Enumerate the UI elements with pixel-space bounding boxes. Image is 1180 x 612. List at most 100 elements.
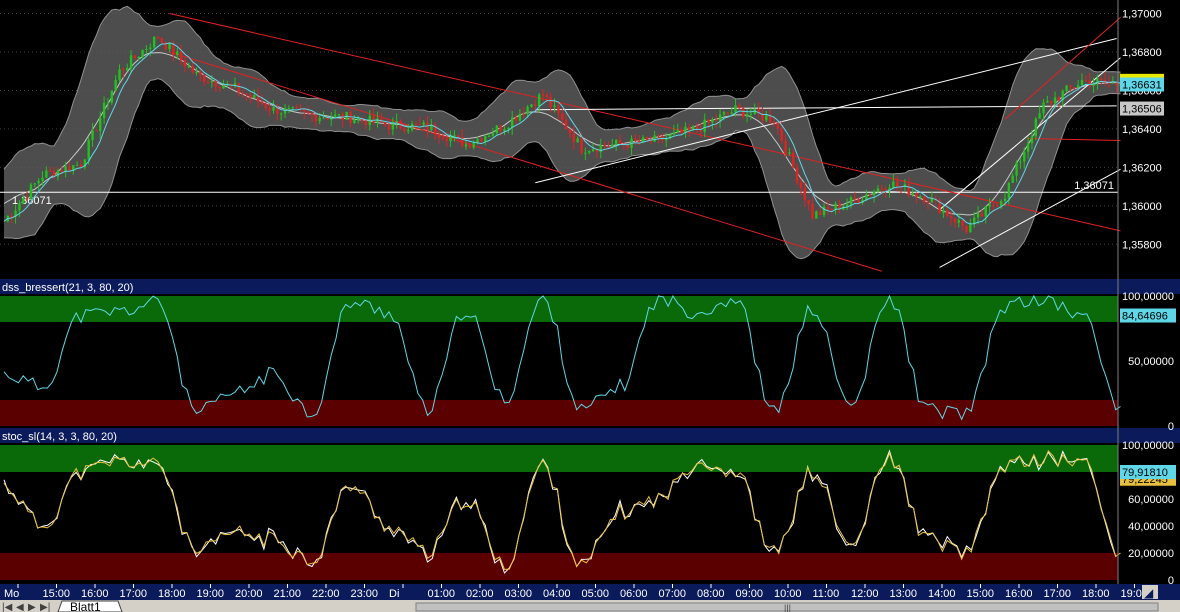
- price-tick-label: 1,37000: [1122, 9, 1162, 21]
- candle-body: [919, 196, 921, 197]
- scrollbar-grip-icon: |||: [784, 603, 791, 612]
- candle-body: [496, 126, 498, 134]
- candle-body: [238, 83, 240, 92]
- candle-body: [542, 94, 544, 95]
- time-label: 11:00: [813, 588, 840, 600]
- candle-body: [465, 144, 467, 146]
- candle-body: [138, 57, 140, 58]
- candle-body: [1042, 102, 1044, 113]
- candle-body: [303, 110, 305, 112]
- candle-body: [249, 95, 251, 98]
- price-tick-label: 1,35800: [1122, 239, 1162, 251]
- candle-body: [311, 113, 313, 115]
- candle-body: [1100, 79, 1102, 80]
- time-label: Mo: [4, 588, 19, 600]
- sheet-tab-label: Blatt1: [70, 600, 101, 612]
- time-label: 02:00: [466, 588, 494, 600]
- candle-body: [469, 144, 471, 147]
- candle-body: [191, 66, 193, 72]
- time-label: 03:00: [505, 588, 533, 600]
- dss-tick-label: 0: [1168, 421, 1174, 433]
- time-label: 08:00: [697, 588, 725, 600]
- first-sheet-icon[interactable]: |◀: [2, 602, 13, 612]
- candle-body: [819, 211, 821, 215]
- candle-body: [411, 124, 413, 130]
- candle-body: [742, 108, 744, 117]
- candle-body: [796, 167, 798, 182]
- last-sheet-icon[interactable]: ▶|: [40, 602, 50, 612]
- stoc-panel-header: [0, 428, 1180, 443]
- candle-body: [457, 135, 459, 137]
- candle-body: [388, 125, 390, 130]
- candle-body: [530, 105, 532, 107]
- candle-body: [565, 120, 567, 130]
- candle-body: [1019, 162, 1021, 163]
- candle-body: [126, 68, 128, 70]
- candle-body: [827, 207, 829, 209]
- price-tick-label: 1,36000: [1122, 201, 1162, 213]
- candle-body: [1012, 176, 1014, 183]
- candle-body: [792, 152, 794, 167]
- candle-body: [777, 123, 779, 129]
- candle-body: [199, 72, 201, 75]
- candle-body: [584, 153, 586, 154]
- candle-body: [804, 188, 806, 200]
- candle-body: [315, 115, 317, 121]
- candle-body: [37, 181, 39, 184]
- candle-body: [49, 171, 51, 172]
- candle-body: [114, 80, 116, 91]
- candle-body: [272, 107, 274, 111]
- time-label: 10:00: [774, 588, 802, 600]
- time-label: 22:00: [312, 588, 340, 600]
- candle-body: [30, 185, 32, 199]
- candle-body: [353, 120, 355, 123]
- candle-body: [153, 37, 155, 48]
- candle-body: [673, 133, 675, 135]
- candle-body: [515, 117, 517, 120]
- candle-body: [734, 105, 736, 112]
- stoc-tick-label: 40,00000: [1128, 521, 1174, 533]
- candle-body: [908, 184, 910, 195]
- candle-body: [704, 120, 706, 132]
- next-sheet-icon[interactable]: ▶: [28, 602, 36, 612]
- candle-body: [222, 86, 224, 89]
- candle-body: [11, 216, 13, 217]
- candle-body: [680, 130, 682, 133]
- stoc-upper-zone: [0, 445, 1118, 472]
- candle-body: [653, 135, 655, 141]
- candle-body: [107, 103, 109, 104]
- candle-body: [145, 49, 147, 50]
- prev-sheet-icon[interactable]: ◀: [16, 602, 24, 612]
- candle-body: [422, 123, 424, 125]
- time-label: Di: [389, 588, 399, 600]
- candle-body: [280, 113, 282, 114]
- candle-body: [727, 112, 729, 113]
- candle-body: [534, 105, 536, 107]
- time-label: 21:00: [274, 588, 302, 600]
- candle-body: [161, 38, 163, 42]
- candle-body: [911, 193, 913, 195]
- candle-body: [881, 188, 883, 189]
- time-label: 15:00: [967, 588, 995, 600]
- candle-body: [977, 213, 979, 217]
- candle-body: [215, 81, 217, 87]
- candle-body: [284, 108, 286, 113]
- time-label: 20:00: [235, 588, 263, 600]
- candle-body: [203, 75, 205, 82]
- candle-body: [550, 97, 552, 107]
- dss-tick-label: 100,00000: [1122, 291, 1174, 303]
- candle-body: [176, 51, 178, 55]
- candle-body: [931, 199, 933, 203]
- candle-body: [746, 114, 748, 117]
- time-label: 18:00: [1082, 588, 1110, 600]
- candle-body: [449, 137, 451, 141]
- candle-body: [68, 166, 70, 171]
- candle-body: [1050, 101, 1052, 103]
- candle-body: [507, 128, 509, 129]
- price-tick-label: 1,36400: [1122, 124, 1162, 136]
- candle-body: [981, 213, 983, 216]
- time-label: 14:00: [928, 588, 956, 600]
- candle-body: [988, 205, 990, 207]
- candle-body: [180, 51, 182, 60]
- price-tick-label: 1,36200: [1122, 162, 1162, 174]
